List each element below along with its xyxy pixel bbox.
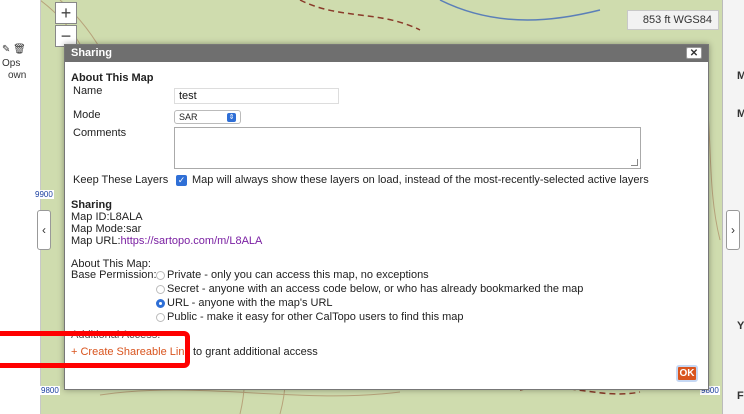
map-url-row: Map URL:https://sartopo.com/m/L8ALA (71, 235, 262, 247)
map-url-link[interactable]: https://sartopo.com/m/L8ALA (121, 235, 263, 247)
right-panel-letter-2: M (737, 108, 744, 120)
right-panel-letter-3: Y (737, 320, 744, 332)
mode-select-value: SAR (179, 112, 198, 122)
name-input[interactable] (174, 88, 339, 104)
dialog-titlebar[interactable]: Sharing ✕ (65, 45, 708, 62)
zoom-in-button[interactable]: + (55, 2, 77, 24)
pencil-icon[interactable]: ✎ 🗑 (2, 44, 26, 55)
about-heading: About This Map (71, 72, 154, 84)
own-label: own (8, 70, 27, 81)
comments-textarea[interactable] (174, 127, 641, 169)
radio-url[interactable] (156, 299, 165, 308)
create-link-suffix: to grant additional access (189, 346, 318, 358)
map-right-panel (722, 0, 744, 414)
ok-button[interactable]: OK (676, 365, 698, 382)
permission-secret-label: Secret - anyone with an access code belo… (167, 283, 584, 295)
keep-layers-label: Keep These Layers (73, 174, 169, 186)
name-label: Name (73, 85, 103, 97)
map-url-label: Map URL: (71, 235, 121, 247)
sharing-heading: Sharing (71, 199, 112, 211)
permission-url-label: URL - anyone with the map's URL (167, 297, 333, 309)
contour-label-bottom: 9800 (40, 386, 60, 395)
mode-label: Mode (73, 109, 101, 121)
keep-layers-checkbox[interactable]: ✓ (176, 175, 187, 186)
ops-label: Ops (2, 58, 21, 69)
resize-grip-icon[interactable] (631, 159, 638, 166)
mode-select[interactable]: SAR ⇕ (174, 110, 241, 124)
contour-label-top: 9900 (34, 190, 54, 199)
collapse-left-tab[interactable]: ‹ (37, 210, 51, 250)
right-panel-letter-1: M (737, 70, 744, 82)
base-permission-label: Base Permission: (71, 269, 157, 281)
radio-private[interactable] (156, 271, 165, 280)
radio-secret[interactable] (156, 285, 165, 294)
select-chevron-icon: ⇕ (227, 112, 236, 122)
keep-layers-text: Map will always show these layers on loa… (192, 174, 649, 186)
radio-public[interactable] (156, 313, 165, 322)
permission-private-label: Private - only you can access this map, … (167, 269, 429, 281)
coordinate-readout: 853 ft WGS84 (627, 10, 719, 30)
close-button[interactable]: ✕ (686, 47, 702, 59)
highlight-annotation (0, 331, 190, 368)
permission-public-label: Public - make it easy for other CalTopo … (167, 311, 464, 323)
right-panel-letter-4: F (737, 390, 744, 402)
dialog-title: Sharing (71, 47, 112, 59)
comments-label: Comments (73, 127, 127, 139)
map-mode-text: Map Mode:sar (71, 223, 142, 235)
map-id-text: Map ID:L8ALA (71, 211, 143, 223)
collapse-right-tab[interactable]: › (726, 210, 740, 250)
